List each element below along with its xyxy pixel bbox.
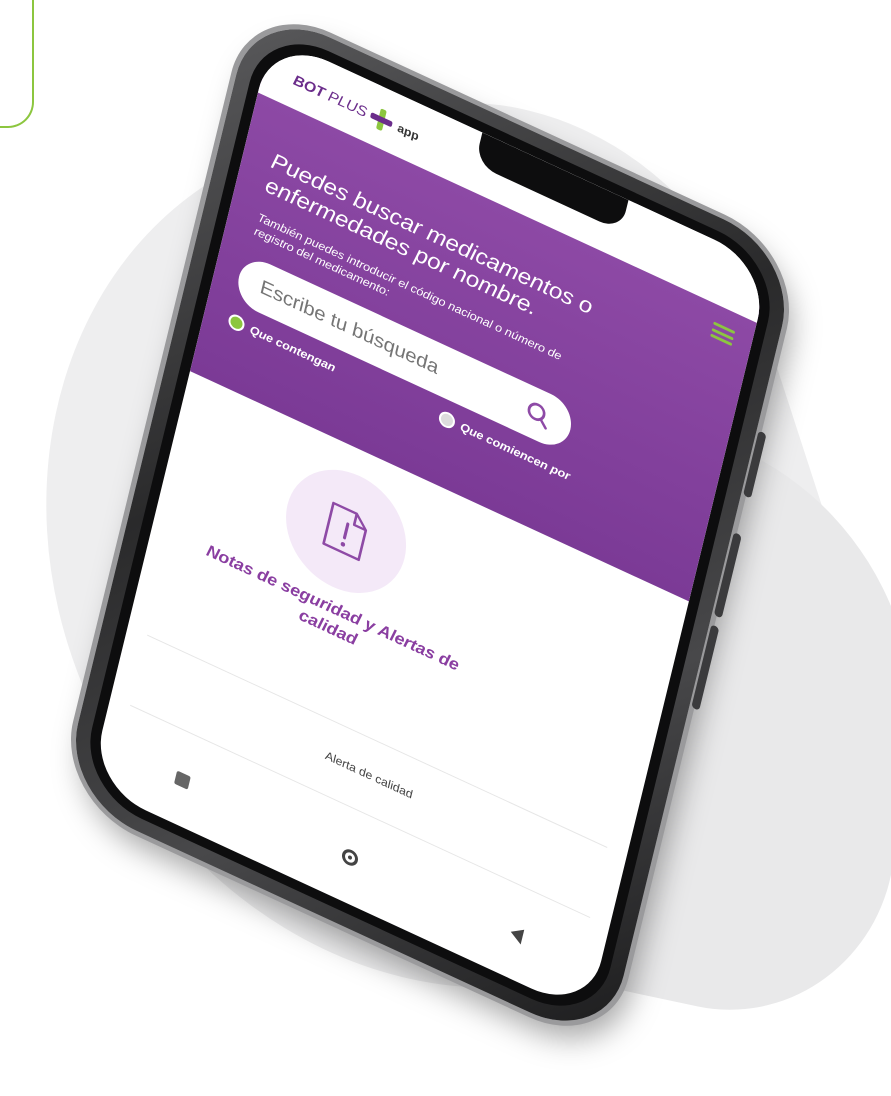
cross-logo-icon (368, 105, 394, 135)
alert-document-icon (322, 501, 368, 562)
radio-selected-icon[interactable] (226, 311, 247, 334)
recents-icon[interactable] (174, 770, 192, 790)
divider (130, 704, 591, 919)
search-icon[interactable] (523, 397, 554, 433)
radio-unselected-icon[interactable] (437, 408, 457, 431)
logo-text-plus: PLUS (326, 87, 369, 121)
home-icon[interactable] (340, 846, 360, 869)
back-icon[interactable] (508, 924, 524, 945)
decorative-frame (0, 0, 34, 128)
logo-text-app: app (396, 120, 421, 144)
logo-text-bot: BOT (291, 71, 327, 102)
